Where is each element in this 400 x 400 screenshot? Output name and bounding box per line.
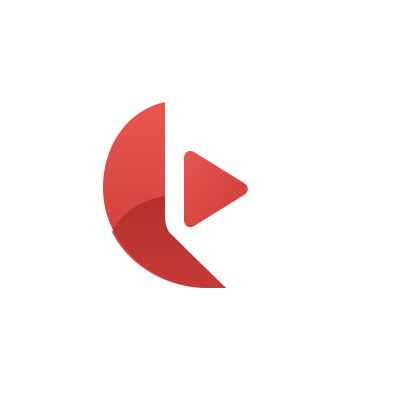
play-triangle-icon [184, 150, 248, 228]
app-logo-canvas [0, 0, 400, 400]
play-logo-icon [103, 102, 248, 288]
